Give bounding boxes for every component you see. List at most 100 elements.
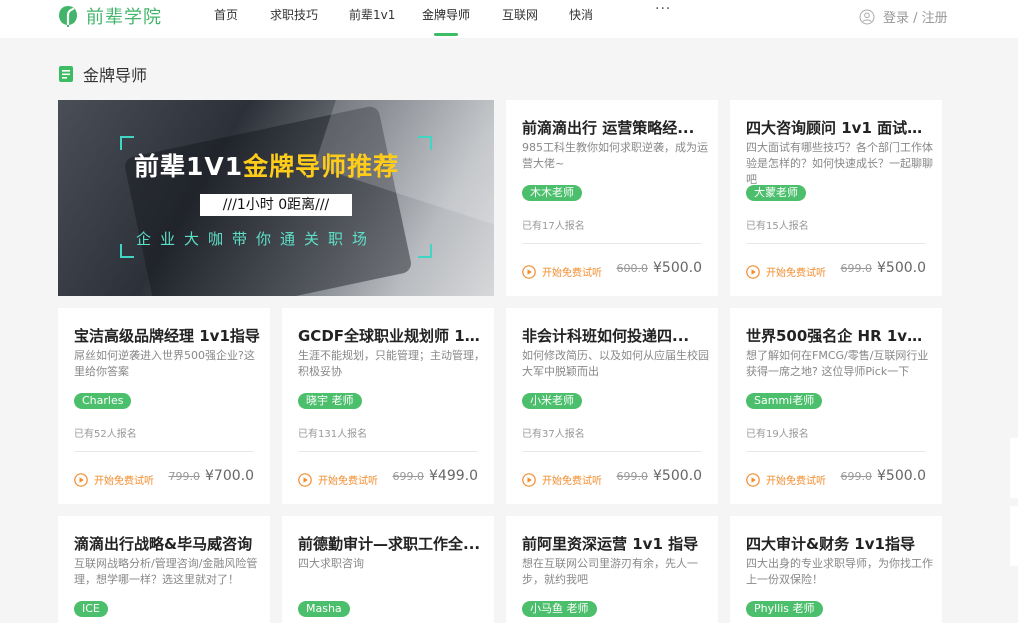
- price-block: 799.0 ¥700.0: [169, 468, 255, 484]
- free-trial-button[interactable]: 开始免费试听: [746, 264, 826, 279]
- free-trial-label: 开始免费试听: [542, 476, 602, 487]
- mentor-card[interactable]: GCDF全球职业规划师 1v... 生涯不能规划，只能管理；主动管理，积极妥协 …: [282, 308, 494, 504]
- mentor-badge: 大蒙老师: [746, 185, 806, 201]
- card-divider: [746, 243, 926, 244]
- current-price: ¥500.0: [877, 468, 926, 484]
- leaf-logo-icon: [58, 5, 78, 27]
- mentor-card[interactable]: 宝洁高级品牌经理 1v1指导 屌丝如何逆袭进入世界500强企业?这里给你答案 C…: [58, 308, 270, 504]
- banner-title-highlight: 金牌导师推荐: [243, 152, 400, 181]
- enrollment-count: 已有52人报名: [74, 429, 137, 440]
- card-description: 生涯不能规划，只能管理；主动管理，积极妥协: [298, 349, 485, 378]
- side-float-tab[interactable]: [1010, 438, 1018, 498]
- logo[interactable]: 前辈学院: [58, 3, 162, 29]
- banner-frame-corner: [120, 136, 134, 150]
- original-price: 699.0: [616, 470, 649, 483]
- card-description: 四大面试有哪些技巧？各个部门工作体验是怎样的？如何快速成长？一起聊聊吧: [746, 141, 933, 186]
- mentor-card[interactable]: 非会计科班如何投递四... 如何修改简历、以及如何从应届生校园大军中脱颖而出 小…: [506, 308, 718, 504]
- mentor-badge: 小马鱼 老师: [522, 601, 597, 617]
- card-description: 如何修改简历、以及如何从应届生校园大军中脱颖而出: [522, 349, 709, 378]
- original-price: 600.0: [616, 262, 649, 275]
- top-header: 前辈学院 首页 求职技巧 前辈1v1 金牌导师 互联网 快消 ··· 登录 / …: [0, 0, 1018, 38]
- free-trial-label: 开始免费试听: [542, 268, 602, 279]
- section-heading: 金牌导师: [58, 62, 147, 86]
- mentor-card[interactable]: 世界500强名企 HR 1v1 ... 想了解如何在FMCG/零售/互联网行业获…: [730, 308, 942, 504]
- card-description: 想了解如何在FMCG/零售/互联网行业获得一席之地? 这位导师Pick一下: [746, 349, 929, 378]
- card-title: 四大审计&财务 1v1指导: [746, 535, 915, 553]
- nav-home[interactable]: 首页: [214, 6, 238, 23]
- card-description: 四大出身的专业求职导师，为你找工作上一份双保险！: [746, 557, 933, 586]
- side-float-tab[interactable]: [1010, 506, 1018, 566]
- mentor-card[interactable]: 四大审计&财务 1v1指导 四大出身的专业求职导师，为你找工作上一份双保险！ P…: [730, 516, 942, 623]
- banner-title: 前辈1V1金牌导师推荐: [134, 147, 399, 183]
- current-price: ¥500.0: [877, 260, 926, 276]
- mentor-badge: 晓宇 老师: [298, 393, 362, 409]
- banner-frame-corner: [120, 244, 134, 258]
- current-price: ¥700.0: [205, 468, 254, 484]
- original-price: 699.0: [392, 470, 425, 483]
- free-trial-button[interactable]: 开始免费试听: [746, 472, 826, 487]
- mentor-badge: Sammi老师: [746, 393, 823, 409]
- play-icon: [522, 264, 536, 279]
- card-title: 前滴滴出行 运营策略经...: [522, 119, 695, 137]
- card-title: 非会计科班如何投递四...: [522, 327, 690, 345]
- mentor-card[interactable]: 滴滴出行战略&毕马威咨询 互联网战略分析/管理咨询/金融风险管理，想学哪一样？选…: [58, 516, 270, 623]
- banner-title-prefix: 前辈1V1: [134, 152, 244, 181]
- current-price: ¥500.0: [653, 468, 702, 484]
- card-title: 宝洁高级品牌经理 1v1指导: [74, 327, 260, 345]
- card-divider: [522, 451, 702, 452]
- nav-internet[interactable]: 互联网: [502, 6, 538, 23]
- card-description: 屌丝如何逆袭进入世界500强企业?这里给你答案: [74, 349, 255, 378]
- active-nav-indicator: [434, 33, 458, 36]
- free-trial-label: 开始免费试听: [318, 476, 378, 487]
- more-menu-icon[interactable]: ···: [655, 1, 671, 17]
- card-divider: [522, 243, 702, 244]
- document-icon: [59, 66, 73, 82]
- banner-subtitle: ///1小时 0距离///: [200, 194, 352, 216]
- mentor-card[interactable]: 前滴滴出行 运营策略经... 985工科生教你如何求职逆袭，成为运营大佬~ 木木…: [506, 100, 718, 296]
- card-description: 四大求职咨询: [298, 557, 364, 570]
- free-trial-label: 开始免费试听: [94, 476, 154, 487]
- mentor-badge: ICE: [74, 601, 108, 617]
- play-icon: [746, 472, 760, 487]
- mentor-card[interactable]: 前阿里资深运营 1v1 指导 想在互联网公司里游刃有余，先人一步，就约我吧 小马…: [506, 516, 718, 623]
- free-trial-label: 开始免费试听: [766, 476, 826, 487]
- current-price: ¥500.0: [653, 260, 702, 276]
- enrollment-count: 已有15人报名: [746, 221, 809, 232]
- login-label: 登录 / 注册: [883, 11, 948, 26]
- card-divider: [746, 451, 926, 452]
- price-block: 600.0 ¥500.0: [617, 260, 703, 276]
- mentor-card[interactable]: 前德勤审计—求职工作全... 四大求职咨询 Masha: [282, 516, 494, 623]
- nav-gold-mentor[interactable]: 金牌导师: [422, 6, 470, 23]
- free-trial-button[interactable]: 开始免费试听: [522, 264, 602, 279]
- original-price: 699.0: [840, 470, 873, 483]
- nav-fmcg[interactable]: 快消: [569, 6, 593, 23]
- mentor-badge: 木木老师: [522, 185, 582, 201]
- mentor-card[interactable]: 四大咨询顾问 1v1 面试辅... 四大面试有哪些技巧？各个部门工作体验是怎样的…: [730, 100, 942, 296]
- banner-tagline: 企业大咖带你通关职场: [136, 230, 377, 248]
- login-register-link[interactable]: 登录 / 注册: [859, 7, 948, 26]
- play-icon: [74, 472, 88, 487]
- card-title: 前阿里资深运营 1v1 指导: [522, 535, 699, 553]
- free-trial-button[interactable]: 开始免费试听: [298, 472, 378, 487]
- free-trial-button[interactable]: 开始免费试听: [74, 472, 154, 487]
- original-price: 699.0: [840, 262, 873, 275]
- free-trial-button[interactable]: 开始免费试听: [522, 472, 602, 487]
- enrollment-count: 已有37人报名: [522, 429, 585, 440]
- enrollment-count: 已有19人报名: [746, 429, 809, 440]
- card-title: 四大咨询顾问 1v1 面试辅...: [746, 119, 932, 137]
- price-block: 699.0 ¥500.0: [841, 260, 927, 276]
- card-description: 互联网战略分析/管理咨询/金融风险管理，想学哪一样？选这里就对了！: [74, 557, 258, 586]
- card-description: 985工科生教你如何求职逆袭，成为运营大佬~: [522, 141, 708, 170]
- mentor-badge: 小米老师: [522, 393, 582, 409]
- mentor-badge: Charles: [74, 393, 132, 409]
- card-divider: [74, 451, 254, 452]
- price-block: 699.0 ¥499.0: [393, 468, 479, 484]
- nav-job-skills[interactable]: 求职技巧: [270, 6, 318, 23]
- card-title: 世界500强名企 HR 1v1 ...: [746, 327, 932, 345]
- mentor-badge: Masha: [298, 601, 350, 617]
- card-description: 想在互联网公司里游刃有余，先人一步，就约我吧: [522, 557, 698, 586]
- nav-senior-1v1[interactable]: 前辈1v1: [349, 6, 395, 23]
- card-title: 滴滴出行战略&毕马威咨询: [74, 535, 253, 553]
- promo-banner[interactable]: 前辈1V1金牌导师推荐 ///1小时 0距离/// 企业大咖带你通关职场: [58, 100, 494, 296]
- price-block: 699.0 ¥500.0: [841, 468, 927, 484]
